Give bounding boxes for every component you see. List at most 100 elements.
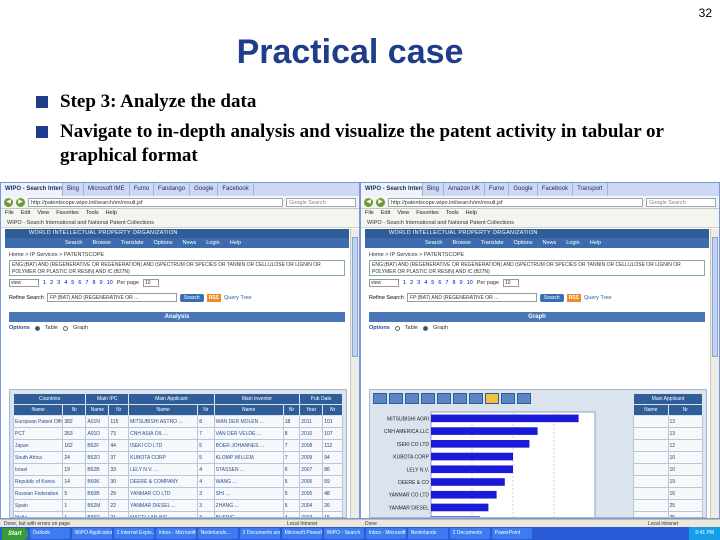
table-cell[interactable]: SHI ...	[213, 487, 284, 500]
nav-translate[interactable]: Translate	[481, 238, 504, 248]
bar[interactable]	[431, 503, 489, 512]
menu-file[interactable]: File	[365, 209, 374, 218]
menu-favorites[interactable]: Favorites	[56, 209, 79, 218]
scrollbar-thumb[interactable]	[352, 237, 358, 357]
refine-input[interactable]: FP:(BAT) AND (REGENERATIVE OR ...	[46, 293, 177, 302]
taskbar-item[interactable]: Inbox - Microsoft O...	[155, 528, 196, 539]
table-cell[interactable]: B62M	[85, 499, 110, 512]
page-link[interactable]: 7	[85, 280, 88, 286]
url-input[interactable]: http://patentscope.wipo.int/search/en/re…	[388, 197, 643, 207]
bar[interactable]	[431, 490, 497, 499]
table-cell[interactable]: B62D	[85, 451, 110, 464]
menu-view[interactable]: View	[37, 209, 49, 218]
search-input[interactable]: Google Search	[286, 197, 356, 207]
nav-browse[interactable]: Browse	[452, 238, 470, 248]
page-link[interactable]: 8	[92, 280, 95, 286]
bar[interactable]	[431, 427, 538, 435]
table-cell[interactable]: WANG ...	[213, 475, 284, 488]
tab-item[interactable]: Facebook	[538, 183, 574, 196]
table-cell[interactable]: 2010	[299, 427, 324, 440]
table-cell[interactable]: B62B	[85, 463, 110, 476]
tab-item[interactable]: Fumo	[485, 183, 510, 196]
page-link[interactable]: 6	[78, 280, 81, 286]
back-icon[interactable]: ◀	[4, 197, 13, 207]
bar[interactable]	[431, 516, 481, 518]
menu-help[interactable]: Help	[466, 209, 477, 218]
page-link[interactable]: 1	[43, 280, 46, 286]
table-cell[interactable]: VAN DER VELDE ...	[213, 427, 284, 440]
nav-help[interactable]: Help	[590, 238, 601, 248]
chart-tab[interactable]	[501, 393, 515, 404]
scrollbar-thumb[interactable]	[712, 237, 718, 357]
table-cell[interactable]: KLOMP WILLEM	[213, 451, 284, 464]
bar[interactable]	[431, 414, 579, 423]
search-button[interactable]: Search	[179, 293, 204, 302]
nav-login[interactable]: Login	[206, 238, 219, 248]
menu-tools[interactable]: Tools	[86, 209, 99, 218]
start-button[interactable]: Start	[2, 527, 28, 540]
taskbar-item[interactable]: 2 Documents and...	[239, 528, 280, 539]
page-link[interactable]: 2	[50, 280, 53, 286]
table-cell[interactable]: ISEKI CO LTD	[128, 439, 199, 452]
tab-wipo[interactable]: WIPO - Search International and N	[1, 183, 63, 196]
tab-item[interactable]: Amazon UK	[444, 183, 486, 196]
view-select[interactable]: view	[9, 279, 39, 287]
taskbar-item[interactable]: WIPO Applications	[71, 528, 112, 539]
table-cell[interactable]: A01D	[85, 427, 110, 440]
page-link[interactable]: 7	[445, 280, 448, 286]
nav-news[interactable]: News	[182, 238, 196, 248]
query-tree-link[interactable]: Query Tree	[224, 295, 252, 301]
option-table[interactable]: Table	[45, 325, 58, 331]
table-cell[interactable]: KUBOTA CORP	[128, 451, 199, 464]
table-cell[interactable]: 2005	[299, 487, 324, 500]
table-cell[interactable]: Russian Federation	[12, 487, 64, 500]
search-input[interactable]: Google Search	[646, 197, 716, 207]
nav-translate[interactable]: Translate	[121, 238, 144, 248]
radio-table-icon[interactable]	[34, 325, 40, 331]
table-cell[interactable]: CNH ASIA OIL ...	[128, 427, 199, 440]
taskbar-item[interactable]: Nederlands	[407, 528, 448, 539]
radio-graph-icon[interactable]	[422, 325, 428, 331]
per-page-select[interactable]: 10	[503, 279, 520, 287]
page-link[interactable]: 5	[71, 280, 74, 286]
table-cell[interactable]: BOER JOHANNES ...	[213, 439, 284, 452]
nav-options[interactable]: Options	[154, 238, 173, 248]
table-cell[interactable]: B65D	[85, 511, 110, 517]
table-cell[interactable]: 2006	[299, 475, 324, 488]
forward-icon[interactable]: ▶	[16, 197, 25, 207]
table-cell[interactable]: WAN DER MOLEN ...	[213, 415, 284, 428]
table-cell[interactable]: B62F	[85, 439, 110, 452]
table-cell[interactable]: Republic of Korea	[12, 475, 64, 488]
vertical-scrollbar[interactable]	[710, 229, 719, 518]
table-cell[interactable]: 2011	[299, 415, 324, 428]
table-cell[interactable]: MAGELLAN INC	[128, 511, 199, 517]
table-cell[interactable]: PCT	[12, 427, 64, 440]
nav-options[interactable]: Options	[514, 238, 533, 248]
nav-news[interactable]: News	[542, 238, 556, 248]
nav-search[interactable]: Search	[425, 238, 442, 248]
page-link[interactable]: 1	[403, 280, 406, 286]
view-select[interactable]: view	[369, 279, 399, 287]
radio-graph-icon[interactable]	[62, 325, 68, 331]
taskbar-item[interactable]: 2 Internet Explo...	[113, 528, 154, 539]
radio-table-icon[interactable]	[394, 325, 400, 331]
page-link[interactable]: 10	[107, 280, 113, 286]
tab-item[interactable]: Facebook	[218, 183, 254, 196]
option-graph[interactable]: Graph	[73, 325, 88, 331]
search-button[interactable]: Search	[539, 293, 564, 302]
menu-tools[interactable]: Tools	[446, 209, 459, 218]
table-cell[interactable]: STASSEN ...	[213, 463, 284, 476]
menu-file[interactable]: File	[5, 209, 14, 218]
chart-tab[interactable]	[405, 393, 419, 404]
tab-item[interactable]: Bing	[423, 183, 445, 196]
menu-help[interactable]: Help	[106, 209, 117, 218]
page-link[interactable]: 10	[467, 280, 473, 286]
taskbar-item[interactable]: Microsoft PowerPoint...	[281, 528, 322, 539]
table-cell[interactable]: YANMAR DIESEL ...	[128, 499, 199, 512]
table-cell[interactable]: Japan	[12, 439, 64, 452]
chart-tab-active[interactable]	[485, 393, 499, 404]
chart-tab[interactable]	[469, 393, 483, 404]
table-cell[interactable]: ZHANG ...	[213, 499, 284, 512]
table-cell[interactable]: DEERE & COMPANY	[128, 475, 199, 488]
option-table[interactable]: Table	[405, 325, 418, 331]
